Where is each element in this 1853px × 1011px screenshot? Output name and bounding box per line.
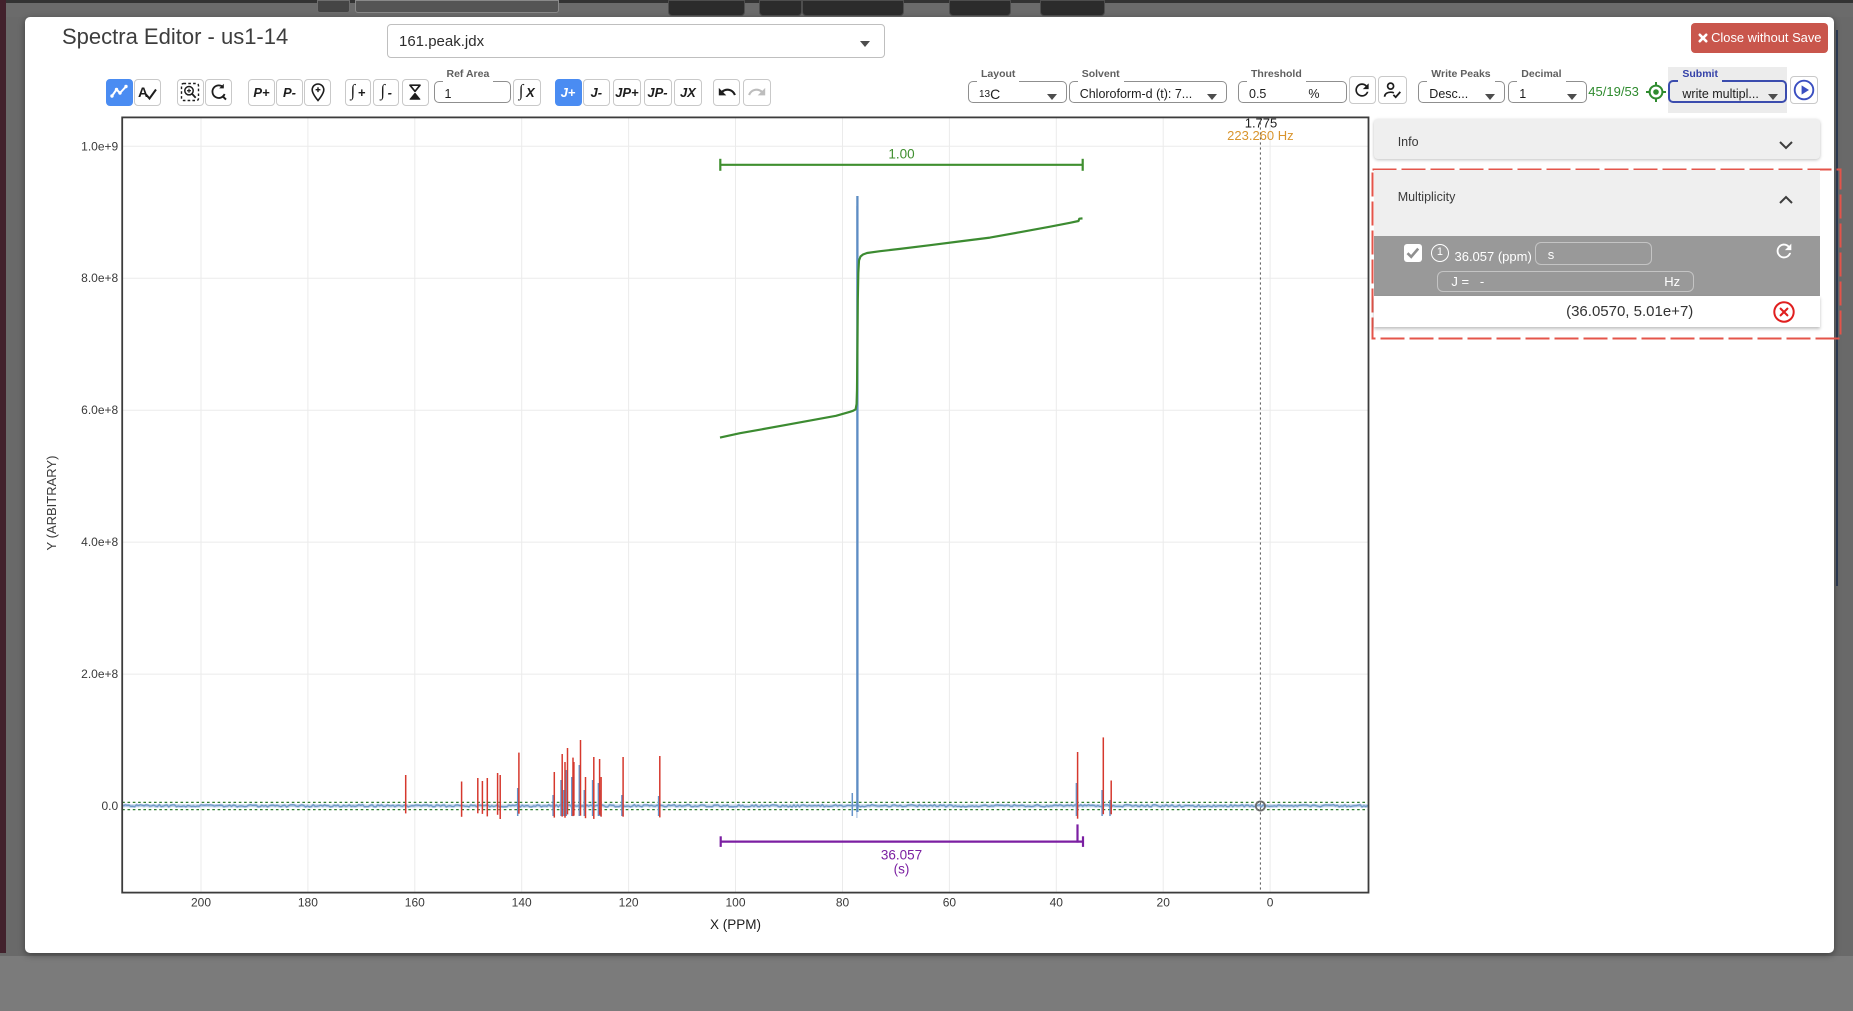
svg-text:0: 0 [1267,896,1274,910]
svg-text:8.0e+8: 8.0e+8 [81,271,118,285]
svg-text:36.057: 36.057 [881,848,922,863]
svg-text:X (PPM): X (PPM) [710,917,761,932]
svg-text:80: 80 [836,896,850,910]
svg-text:160: 160 [405,896,425,910]
svg-text:(s): (s) [894,862,910,877]
svg-text:100: 100 [725,896,745,910]
svg-text:40: 40 [1050,896,1064,910]
svg-text:A: A [138,84,148,100]
svg-text:Y (ARBITRARY): Y (ARBITRARY) [44,456,59,551]
svg-text:1.0e+9: 1.0e+9 [81,139,118,153]
svg-text:223.260 Hz: 223.260 Hz [1227,128,1294,143]
svg-text:200: 200 [191,896,211,910]
svg-text:4.0e+8: 4.0e+8 [81,535,118,549]
svg-text:1.00: 1.00 [888,147,914,162]
svg-text:120: 120 [619,896,639,910]
svg-text:140: 140 [512,896,532,910]
svg-text:60: 60 [943,896,957,910]
svg-text:180: 180 [298,896,318,910]
svg-text:0.0: 0.0 [102,799,119,813]
svg-text:2.0e+8: 2.0e+8 [81,667,118,681]
svg-text:6.0e+8: 6.0e+8 [81,403,118,417]
svg-text:20: 20 [1157,896,1171,910]
